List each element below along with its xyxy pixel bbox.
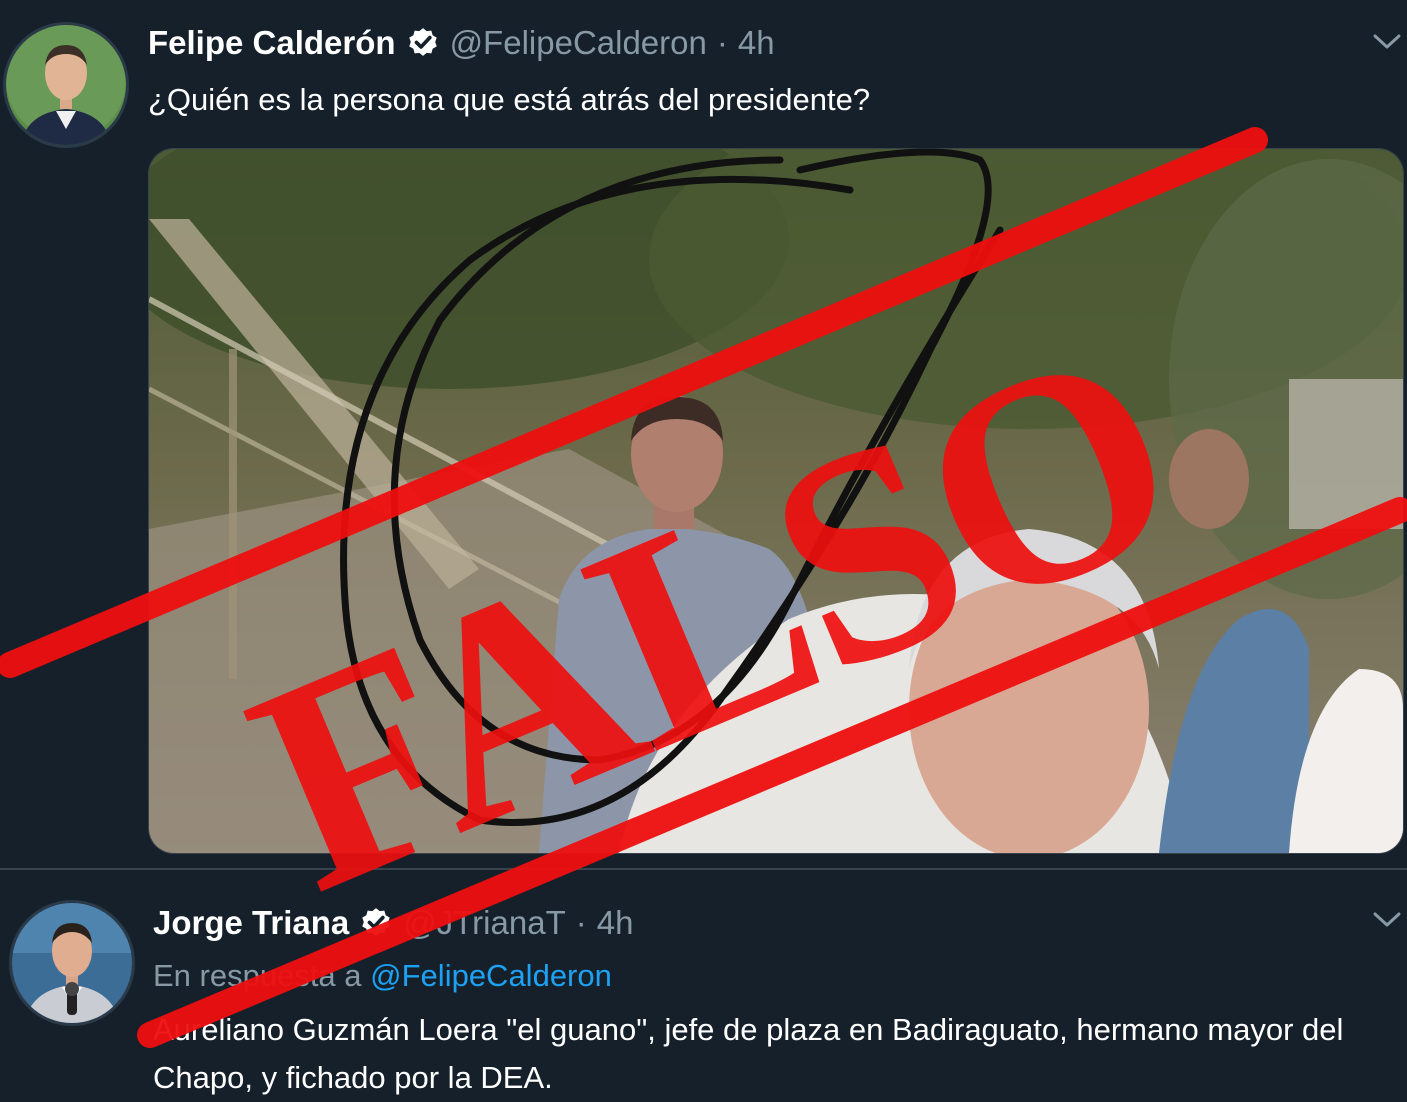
tweet-triana-reply[interactable]: Jorge Triana @JTrianaT · 4h En respuesta… bbox=[0, 868, 1407, 1099]
author-name[interactable]: Felipe Calderón bbox=[148, 24, 396, 62]
reply-context: En respuesta a @FelipeCalderon bbox=[153, 958, 612, 994]
separator-dot: · bbox=[716, 24, 728, 61]
reply-mention-link[interactable]: @FelipeCalderon bbox=[370, 958, 612, 993]
tweet-timestamp[interactable]: 4h bbox=[738, 24, 775, 62]
verified-badge-icon bbox=[408, 28, 437, 56]
tweet-header: Felipe Calderón @FelipeCalderon · 4h bbox=[148, 24, 775, 62]
tweet-text: Aureliano Guzmán Loera "el guano", jefe … bbox=[153, 1012, 1344, 1095]
tweet-header: Jorge Triana @JTrianaT · 4h bbox=[153, 904, 633, 942]
avatar-felipe-calderon[interactable] bbox=[3, 22, 129, 148]
author-handle[interactable]: @FelipeCalderon bbox=[450, 24, 707, 62]
author-name[interactable]: Jorge Triana bbox=[153, 904, 349, 942]
chevron-down-icon[interactable] bbox=[1372, 910, 1402, 930]
tweet-calderon[interactable]: Felipe Calderón @FelipeCalderon · 4h ¿Qu… bbox=[0, 0, 1407, 868]
separator-dot: · bbox=[575, 904, 587, 941]
reply-prefix: En respuesta a bbox=[153, 958, 362, 993]
tweet-text: ¿Quién es la persona que está atrás del … bbox=[148, 82, 871, 117]
tweet-timestamp[interactable]: 4h bbox=[597, 904, 634, 942]
tweet-photo[interactable] bbox=[148, 148, 1404, 854]
chevron-down-icon[interactable] bbox=[1372, 32, 1402, 52]
author-handle[interactable]: @JTrianaT bbox=[403, 904, 565, 942]
avatar-jorge-triana[interactable] bbox=[9, 900, 135, 1026]
verified-badge-icon bbox=[362, 908, 390, 936]
